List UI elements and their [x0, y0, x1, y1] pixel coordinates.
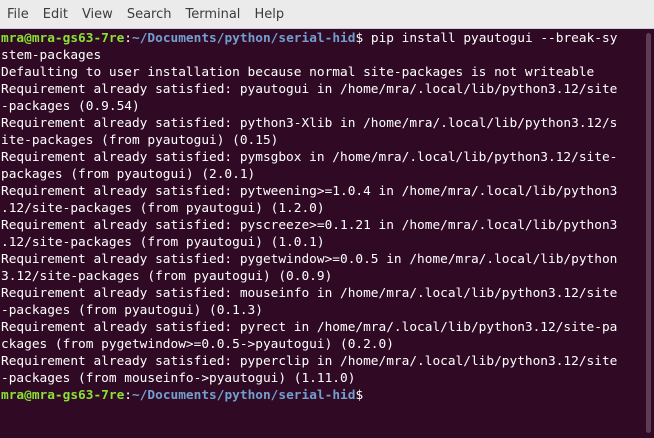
menu-help[interactable]: Help [254, 0, 284, 29]
output-line: Requirement already satisfied: python3-X… [1, 116, 618, 131]
command-prompt-line: mra@mra-gs63-7re:~/Documents/python/seri… [1, 30, 643, 47]
menu-terminal[interactable]: Terminal [185, 0, 240, 29]
output-line: ckages (from pygetwindow>=0.0.5->pyautog… [1, 337, 394, 352]
output-line: Defaulting to user installation because … [1, 65, 595, 80]
output-line: -packages (from mouseinfo->pyautogui) (1… [1, 371, 356, 386]
menu-search[interactable]: Search [127, 0, 172, 29]
prompt-user-host: mra@mra-gs63-7re [1, 388, 125, 403]
command-text-wrap: stem-packages [1, 48, 102, 63]
command-text: pip install pyautogui --break-sy [363, 31, 618, 46]
prompt-colon: : [124, 388, 132, 403]
output-line: -packages (from pyautogui) (0.1.3) [1, 303, 263, 318]
output-line: Requirement already satisfied: pyautogui… [1, 82, 618, 97]
output-line: Requirement already satisfied: pyscreeze… [1, 218, 618, 233]
prompt-symbol: $ [355, 388, 364, 403]
prompt-user-host: mra@mra-gs63-7re [1, 31, 125, 46]
output-line: ite-packages (from pyautogui) (0.15) [1, 133, 279, 148]
menu-view[interactable]: View [82, 0, 113, 29]
output-line: Requirement already satisfied: mouseinfo… [1, 286, 618, 301]
menu-file[interactable]: File [7, 0, 29, 29]
output-line: .12/site-packages (from pyautogui) (1.0.… [1, 235, 325, 250]
output-line: 3.12/site-packages (from pyautogui) (0.0… [1, 269, 333, 284]
menu-bar: File Edit View Search Terminal Help [0, 0, 654, 29]
menu-edit[interactable]: Edit [43, 0, 68, 29]
terminal-scrollbar[interactable] [643, 29, 654, 438]
output-line: Requirement already satisfied: pygetwind… [1, 252, 618, 267]
current-prompt-line: mra@mra-gs63-7re:~/Documents/python/seri… [1, 387, 643, 404]
output-line: Requirement already satisfied: pytweenin… [1, 184, 618, 199]
scrollbar-thumb[interactable] [646, 33, 651, 433]
terminal-output[interactable]: mra@mra-gs63-7re:~/Documents/python/seri… [0, 29, 643, 438]
prompt-symbol: $ [355, 31, 364, 46]
output-line: Requirement already satisfied: pyrect in… [1, 320, 618, 335]
prompt-colon: : [124, 31, 132, 46]
output-line: Requirement already satisfied: pyperclip… [1, 354, 618, 369]
prompt-path: ~/Documents/python/serial-hid [132, 31, 356, 46]
output-line: packages (from pyautogui) (2.0.1) [1, 167, 256, 182]
output-line: .12/site-packages (from pyautogui) (1.2.… [1, 201, 325, 216]
output-line: -packages (0.9.54) [1, 99, 140, 114]
output-line: Requirement already satisfied: pymsgbox … [1, 150, 618, 165]
prompt-path: ~/Documents/python/serial-hid [132, 388, 356, 403]
